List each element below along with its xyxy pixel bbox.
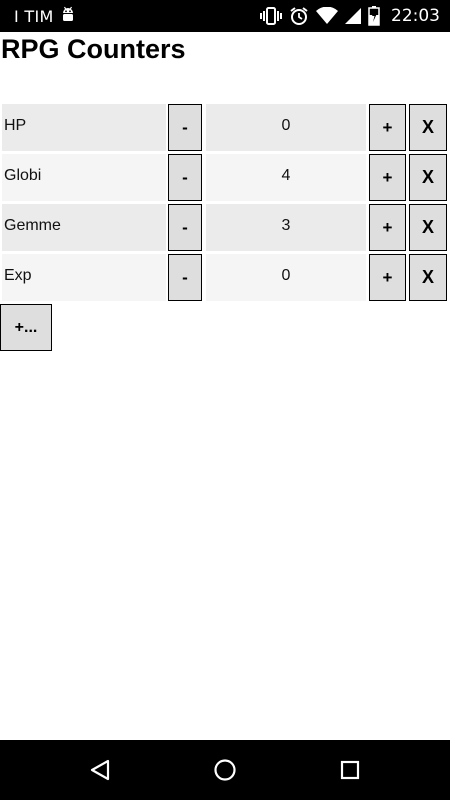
- carrier-name: I TIM: [14, 6, 54, 26]
- delete-counter-button[interactable]: X: [409, 154, 447, 201]
- decrement-button[interactable]: -: [168, 154, 202, 201]
- counter-row: Gemme - 3 + X: [0, 203, 450, 253]
- decrement-button[interactable]: -: [168, 254, 202, 301]
- signal-icon: [345, 7, 361, 25]
- counter-row: Globi - 4 + X: [0, 153, 450, 203]
- counter-value: 0: [206, 254, 366, 301]
- increment-button[interactable]: +: [369, 204, 406, 251]
- wifi-icon: [316, 7, 338, 25]
- counter-name: Exp: [2, 254, 166, 301]
- counter-list: HP - 0 + X Globi - 4 + X Gemme - 3 + X E…: [0, 103, 450, 303]
- alarm-icon: [289, 6, 309, 26]
- counter-value: 3: [206, 204, 366, 251]
- counter-row: Exp - 0 + X: [0, 253, 450, 303]
- decrement-button[interactable]: -: [168, 204, 202, 251]
- recents-icon[interactable]: [334, 754, 366, 786]
- status-right: 22:03: [260, 0, 440, 32]
- decrement-button[interactable]: -: [168, 104, 202, 151]
- counter-name: HP: [2, 104, 166, 151]
- increment-button[interactable]: +: [369, 104, 406, 151]
- counter-name: Gemme: [2, 204, 166, 251]
- increment-button[interactable]: +: [369, 254, 406, 301]
- navigation-bar: [0, 740, 450, 800]
- status-bar: I TIM 22:03: [0, 0, 450, 32]
- counter-value: 4: [206, 154, 366, 201]
- add-counter-button[interactable]: +...: [0, 304, 52, 351]
- counter-name: Globi: [2, 154, 166, 201]
- battery-icon: [368, 6, 380, 26]
- android-debug-icon: [60, 5, 76, 28]
- home-icon[interactable]: [209, 754, 241, 786]
- counter-row: HP - 0 + X: [0, 103, 450, 153]
- clock: 22:03: [391, 6, 440, 26]
- app-title: RPG Counters: [1, 34, 186, 64]
- vibrate-icon: [260, 7, 282, 25]
- delete-counter-button[interactable]: X: [409, 104, 447, 151]
- delete-counter-button[interactable]: X: [409, 254, 447, 301]
- counter-value: 0: [206, 104, 366, 151]
- increment-button[interactable]: +: [369, 154, 406, 201]
- delete-counter-button[interactable]: X: [409, 204, 447, 251]
- back-icon[interactable]: [84, 754, 116, 786]
- status-left: I TIM: [14, 0, 76, 32]
